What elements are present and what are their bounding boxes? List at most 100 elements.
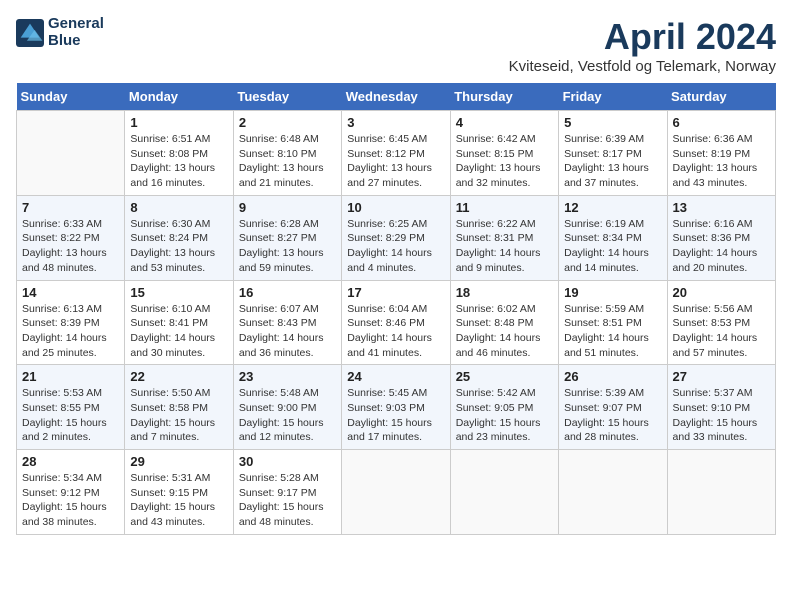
day-info: Sunrise: 5:39 AM Sunset: 9:07 PM Dayligh…	[564, 386, 661, 445]
weekday-header-sunday: Sunday	[17, 83, 125, 111]
day-number: 18	[456, 285, 553, 300]
day-number: 17	[347, 285, 444, 300]
day-info: Sunrise: 5:28 AM Sunset: 9:17 PM Dayligh…	[239, 471, 336, 530]
day-info: Sunrise: 5:59 AM Sunset: 8:51 PM Dayligh…	[564, 302, 661, 361]
day-number: 2	[239, 115, 336, 130]
calendar-cell: 29Sunrise: 5:31 AM Sunset: 9:15 PM Dayli…	[125, 450, 233, 535]
day-number: 25	[456, 369, 553, 384]
day-number: 11	[456, 200, 553, 215]
calendar-cell: 19 Sunrise: 5:59 AM Sunset: 8:51 PM Dayli…	[559, 280, 667, 365]
day-info: Sunrise: 5:34 AM Sunset: 9:12 PM Dayligh…	[22, 471, 119, 530]
day-info: Sunrise: 5:53 AM Sunset: 8:55 PM Dayligh…	[22, 386, 119, 445]
day-number: 15	[130, 285, 227, 300]
week-row-1: 1 Sunrise: 6:51 AM Sunset: 8:08 PM Daylig…	[17, 111, 776, 196]
day-number: 23	[239, 369, 336, 384]
weekday-header-friday: Friday	[559, 83, 667, 111]
day-number: 8	[130, 200, 227, 215]
day-info: Sunrise: 5:48 AM Sunset: 9:00 PM Dayligh…	[239, 386, 336, 445]
logo-line2: Blue	[48, 32, 81, 49]
day-number: 14	[22, 285, 119, 300]
week-row-3: 14 Sunrise: 6:13 AM Sunset: 8:39 PM Dayli…	[17, 280, 776, 365]
weekday-header-wednesday: Wednesday	[342, 83, 450, 111]
day-info: Sunrise: 6:36 AM Sunset: 8:19 PM Dayligh…	[673, 132, 770, 191]
day-number: 28	[22, 454, 119, 469]
week-row-4: 21 Sunrise: 5:53 AM Sunset: 8:55 PM Dayli…	[17, 365, 776, 450]
calendar-cell	[342, 450, 450, 535]
calendar-cell: 23 Sunrise: 5:48 AM Sunset: 9:00 PM Dayli…	[233, 365, 341, 450]
calendar-cell: 2 Sunrise: 6:48 AM Sunset: 8:10 PM Daylig…	[233, 111, 341, 196]
week-row-2: 7 Sunrise: 6:33 AM Sunset: 8:22 PM Daylig…	[17, 195, 776, 280]
day-info: Sunrise: 6:16 AM Sunset: 8:36 PM Dayligh…	[673, 217, 770, 276]
subtitle: Kviteseid, Vestfold og Telemark, Norway	[509, 58, 776, 75]
calendar-cell: 6Sunrise: 6:36 AM Sunset: 8:19 PM Daylig…	[667, 111, 775, 196]
title-block: April 2024 Kviteseid, Vestfold og Telema…	[509, 16, 776, 75]
calendar-cell: 21 Sunrise: 5:53 AM Sunset: 8:55 PM Dayli…	[17, 365, 125, 450]
day-number: 12	[564, 200, 661, 215]
calendar-cell: 11 Sunrise: 6:22 AM Sunset: 8:31 PM Dayli…	[450, 195, 558, 280]
day-info: Sunrise: 6:04 AM Sunset: 8:46 PM Dayligh…	[347, 302, 444, 361]
day-number: 20	[673, 285, 770, 300]
calendar-table: SundayMondayTuesdayWednesdayThursdayFrid…	[16, 83, 776, 535]
calendar-cell: 8 Sunrise: 6:30 AM Sunset: 8:24 PM Daylig…	[125, 195, 233, 280]
logo-line1: General	[48, 15, 104, 32]
day-info: Sunrise: 5:45 AM Sunset: 9:03 PM Dayligh…	[347, 386, 444, 445]
day-number: 9	[239, 200, 336, 215]
weekday-header-monday: Monday	[125, 83, 233, 111]
calendar-cell: 18 Sunrise: 6:02 AM Sunset: 8:48 PM Dayli…	[450, 280, 558, 365]
day-number: 7	[22, 200, 119, 215]
day-number: 16	[239, 285, 336, 300]
weekday-header-tuesday: Tuesday	[233, 83, 341, 111]
day-info: Sunrise: 6:13 AM Sunset: 8:39 PM Dayligh…	[22, 302, 119, 361]
calendar-cell	[559, 450, 667, 535]
logo-icon	[16, 19, 44, 47]
calendar-cell: 5 Sunrise: 6:39 AM Sunset: 8:17 PM Daylig…	[559, 111, 667, 196]
day-number: 21	[22, 369, 119, 384]
day-info: Sunrise: 6:51 AM Sunset: 8:08 PM Dayligh…	[130, 132, 227, 191]
day-number: 26	[564, 369, 661, 384]
day-number: 19	[564, 285, 661, 300]
day-info: Sunrise: 6:33 AM Sunset: 8:22 PM Dayligh…	[22, 217, 119, 276]
calendar-cell	[17, 111, 125, 196]
calendar-cell: 3Sunrise: 6:45 AM Sunset: 8:12 PM Daylig…	[342, 111, 450, 196]
day-info: Sunrise: 6:28 AM Sunset: 8:27 PM Dayligh…	[239, 217, 336, 276]
day-info: Sunrise: 6:02 AM Sunset: 8:48 PM Dayligh…	[456, 302, 553, 361]
day-info: Sunrise: 5:37 AM Sunset: 9:10 PM Dayligh…	[673, 386, 770, 445]
calendar-cell: 12 Sunrise: 6:19 AM Sunset: 8:34 PM Dayli…	[559, 195, 667, 280]
calendar-cell: 10Sunrise: 6:25 AM Sunset: 8:29 PM Dayli…	[342, 195, 450, 280]
day-number: 30	[239, 454, 336, 469]
calendar-cell: 13 Sunrise: 6:16 AM Sunset: 8:36 PM Dayli…	[667, 195, 775, 280]
day-number: 13	[673, 200, 770, 215]
day-info: Sunrise: 6:25 AM Sunset: 8:29 PM Dayligh…	[347, 217, 444, 276]
day-number: 3	[347, 115, 444, 130]
logo: General Blue	[16, 16, 104, 49]
page-header: General Blue April 2024 Kviteseid, Vestf…	[16, 16, 776, 75]
calendar-cell: 30 Sunrise: 5:28 AM Sunset: 9:17 PM Dayli…	[233, 450, 341, 535]
week-row-5: 28 Sunrise: 5:34 AM Sunset: 9:12 PM Dayli…	[17, 450, 776, 535]
calendar-cell: 22Sunrise: 5:50 AM Sunset: 8:58 PM Dayli…	[125, 365, 233, 450]
calendar-cell: 20 Sunrise: 5:56 AM Sunset: 8:53 PM Dayli…	[667, 280, 775, 365]
day-info: Sunrise: 6:10 AM Sunset: 8:41 PM Dayligh…	[130, 302, 227, 361]
calendar-header: SundayMondayTuesdayWednesdayThursdayFrid…	[17, 83, 776, 111]
day-info: Sunrise: 5:56 AM Sunset: 8:53 PM Dayligh…	[673, 302, 770, 361]
main-title: April 2024	[509, 16, 776, 58]
day-info: Sunrise: 6:30 AM Sunset: 8:24 PM Dayligh…	[130, 217, 227, 276]
calendar-cell: 28 Sunrise: 5:34 AM Sunset: 9:12 PM Dayli…	[17, 450, 125, 535]
day-info: Sunrise: 6:19 AM Sunset: 8:34 PM Dayligh…	[564, 217, 661, 276]
calendar-cell: 16 Sunrise: 6:07 AM Sunset: 8:43 PM Dayli…	[233, 280, 341, 365]
calendar-cell: 15 Sunrise: 6:10 AM Sunset: 8:41 PM Dayli…	[125, 280, 233, 365]
day-number: 1	[130, 115, 227, 130]
calendar-cell	[667, 450, 775, 535]
calendar-cell: 17 Sunrise: 6:04 AM Sunset: 8:46 PM Dayli…	[342, 280, 450, 365]
day-number: 27	[673, 369, 770, 384]
day-info: Sunrise: 6:42 AM Sunset: 8:15 PM Dayligh…	[456, 132, 553, 191]
day-number: 5	[564, 115, 661, 130]
calendar-cell: 14 Sunrise: 6:13 AM Sunset: 8:39 PM Dayli…	[17, 280, 125, 365]
weekday-header-thursday: Thursday	[450, 83, 558, 111]
day-info: Sunrise: 6:22 AM Sunset: 8:31 PM Dayligh…	[456, 217, 553, 276]
calendar-cell: 27 Sunrise: 5:37 AM Sunset: 9:10 PM Dayli…	[667, 365, 775, 450]
day-info: Sunrise: 6:48 AM Sunset: 8:10 PM Dayligh…	[239, 132, 336, 191]
day-info: Sunrise: 6:07 AM Sunset: 8:43 PM Dayligh…	[239, 302, 336, 361]
calendar-cell: 9 Sunrise: 6:28 AM Sunset: 8:27 PM Daylig…	[233, 195, 341, 280]
day-number: 29	[130, 454, 227, 469]
day-info: Sunrise: 6:39 AM Sunset: 8:17 PM Dayligh…	[564, 132, 661, 191]
